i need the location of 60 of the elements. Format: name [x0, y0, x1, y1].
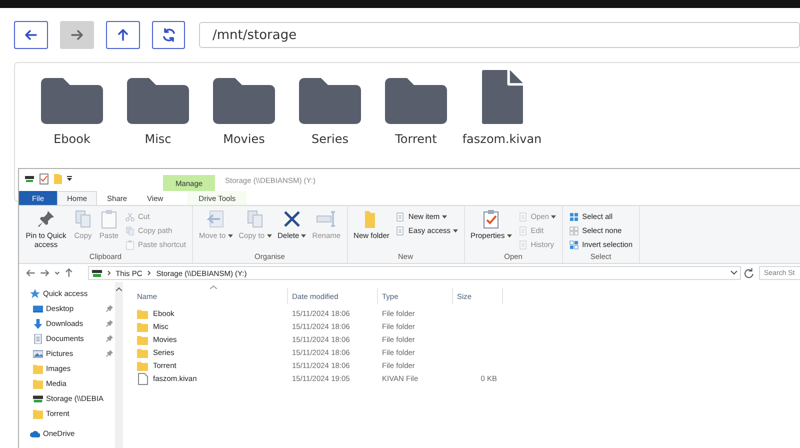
folder-icon[interactable] — [127, 78, 189, 124]
scroll-up-icon[interactable] — [116, 287, 122, 291]
folder-icon — [33, 408, 43, 418]
item-label[interactable]: Misc — [144, 132, 172, 146]
chevron-icon — [146, 270, 152, 276]
chevron-icon — [106, 270, 112, 276]
folder-icon[interactable] — [41, 78, 103, 124]
item-label[interactable]: faszom.kivan — [462, 132, 542, 146]
up-button[interactable] — [106, 21, 140, 49]
forward-arrow-icon — [68, 27, 85, 43]
pin-icon — [36, 209, 56, 229]
back-button[interactable] — [14, 21, 48, 49]
caret-icon — [301, 234, 306, 238]
scissors-icon — [125, 212, 135, 222]
picture-icon — [33, 348, 43, 358]
item-label[interactable]: Series — [312, 132, 348, 146]
delete-icon — [282, 209, 302, 229]
folder-icon — [137, 308, 148, 318]
folder-icon — [137, 334, 148, 344]
item-label[interactable]: Movies — [223, 132, 265, 146]
network-drive-icon — [92, 268, 102, 278]
item-label[interactable]: Ebook — [54, 132, 90, 146]
star-icon — [30, 288, 40, 298]
caret-icon — [452, 229, 458, 234]
download-icon — [33, 318, 43, 328]
move-icon — [206, 209, 226, 229]
folder-icon[interactable] — [385, 78, 447, 124]
select-all-icon — [569, 212, 580, 222]
folder-icon — [137, 322, 148, 332]
refresh-icon — [160, 27, 176, 43]
folder-icon — [137, 348, 148, 358]
sort-caret-icon — [210, 285, 217, 289]
back-arrow-icon — [22, 27, 39, 43]
item-label[interactable]: Torrent — [395, 132, 437, 146]
caret-icon — [266, 234, 272, 238]
folder-icon[interactable] — [299, 78, 361, 124]
copy-icon — [245, 209, 266, 229]
cloud-icon — [30, 428, 40, 438]
refresh-icon[interactable] — [744, 268, 754, 278]
file-icon — [137, 372, 148, 384]
path-field[interactable]: /mnt/storage — [199, 22, 800, 48]
caret-icon — [442, 215, 447, 220]
copy-icon — [73, 209, 93, 229]
properties-icon — [481, 209, 502, 229]
rename-icon — [316, 209, 336, 229]
caret-icon — [228, 234, 233, 238]
dropdown-icon[interactable] — [730, 270, 738, 276]
folder-icon[interactable] — [213, 78, 275, 124]
drive-icon — [33, 394, 43, 404]
select-none-icon — [569, 226, 580, 236]
document-icon — [33, 334, 43, 344]
refresh-button[interactable] — [152, 21, 186, 49]
folder-icon — [137, 360, 148, 370]
caret-icon — [506, 234, 512, 238]
invert-icon — [569, 240, 580, 250]
clipboard-icon — [99, 209, 119, 229]
caret-icon — [551, 215, 556, 220]
scrollbar[interactable] — [115, 282, 123, 448]
desktop-icon — [33, 304, 43, 314]
quick-access-toolbar-drawing[interactable] — [25, 173, 75, 185]
